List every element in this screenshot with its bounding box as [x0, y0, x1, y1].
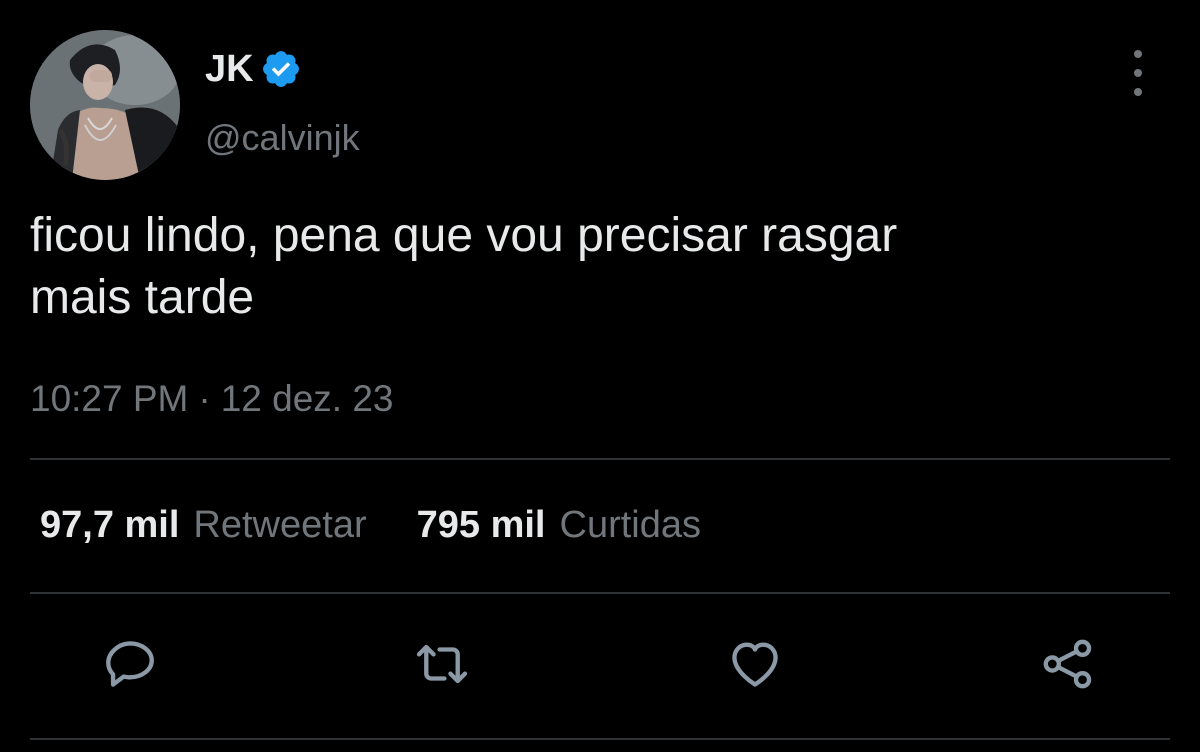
more-vertical-icon-dot — [1134, 88, 1142, 96]
retweet-button[interactable] — [410, 632, 474, 696]
tweet-stats: 97,7 mil Retweetar 795 mil Curtidas — [40, 500, 701, 550]
avatar-image — [30, 30, 180, 180]
author-name-row[interactable]: JK — [205, 44, 302, 94]
reply-icon — [106, 641, 154, 687]
likes-label: Curtidas — [559, 504, 702, 546]
tweet-date: 12 dez. 23 — [220, 378, 394, 419]
share-icon — [1043, 639, 1092, 689]
divider — [30, 592, 1170, 594]
tweet-timestamp[interactable]: 10:27 PM · 12 dez. 23 — [30, 375, 394, 423]
retweet-icon — [416, 644, 468, 684]
likes-count: 795 mil — [416, 504, 546, 546]
like-button[interactable] — [723, 632, 787, 696]
more-vertical-icon-dot — [1134, 69, 1142, 77]
retweets-stat[interactable]: 97,7 mil Retweetar — [40, 500, 367, 550]
reply-button[interactable] — [98, 632, 162, 696]
avatar[interactable] — [30, 30, 180, 180]
author-handle[interactable]: @calvinjk — [205, 116, 360, 160]
tweet-text: ficou lindo, pena que vou precisar rasga… — [30, 209, 898, 324]
share-button[interactable] — [1036, 632, 1100, 696]
tweet-time: 10:27 PM — [30, 378, 189, 419]
likes-stat[interactable]: 795 mil Curtidas — [417, 500, 701, 550]
divider — [30, 738, 1170, 740]
more-options-button[interactable] — [1118, 50, 1158, 96]
tweet-detail: JK @calvinjk ficou lindo, pena que vou p… — [0, 0, 1200, 752]
divider — [30, 458, 1170, 460]
heart-icon — [732, 642, 778, 687]
more-vertical-icon — [1134, 50, 1142, 58]
tweet-actions-bar — [0, 632, 1200, 696]
retweets-count: 97,7 mil — [40, 504, 180, 546]
timestamp-separator: · — [198, 378, 211, 419]
author-display-name[interactable]: JK — [205, 44, 254, 94]
retweets-label: Retweetar — [193, 504, 367, 546]
verified-badge-icon — [262, 51, 299, 87]
